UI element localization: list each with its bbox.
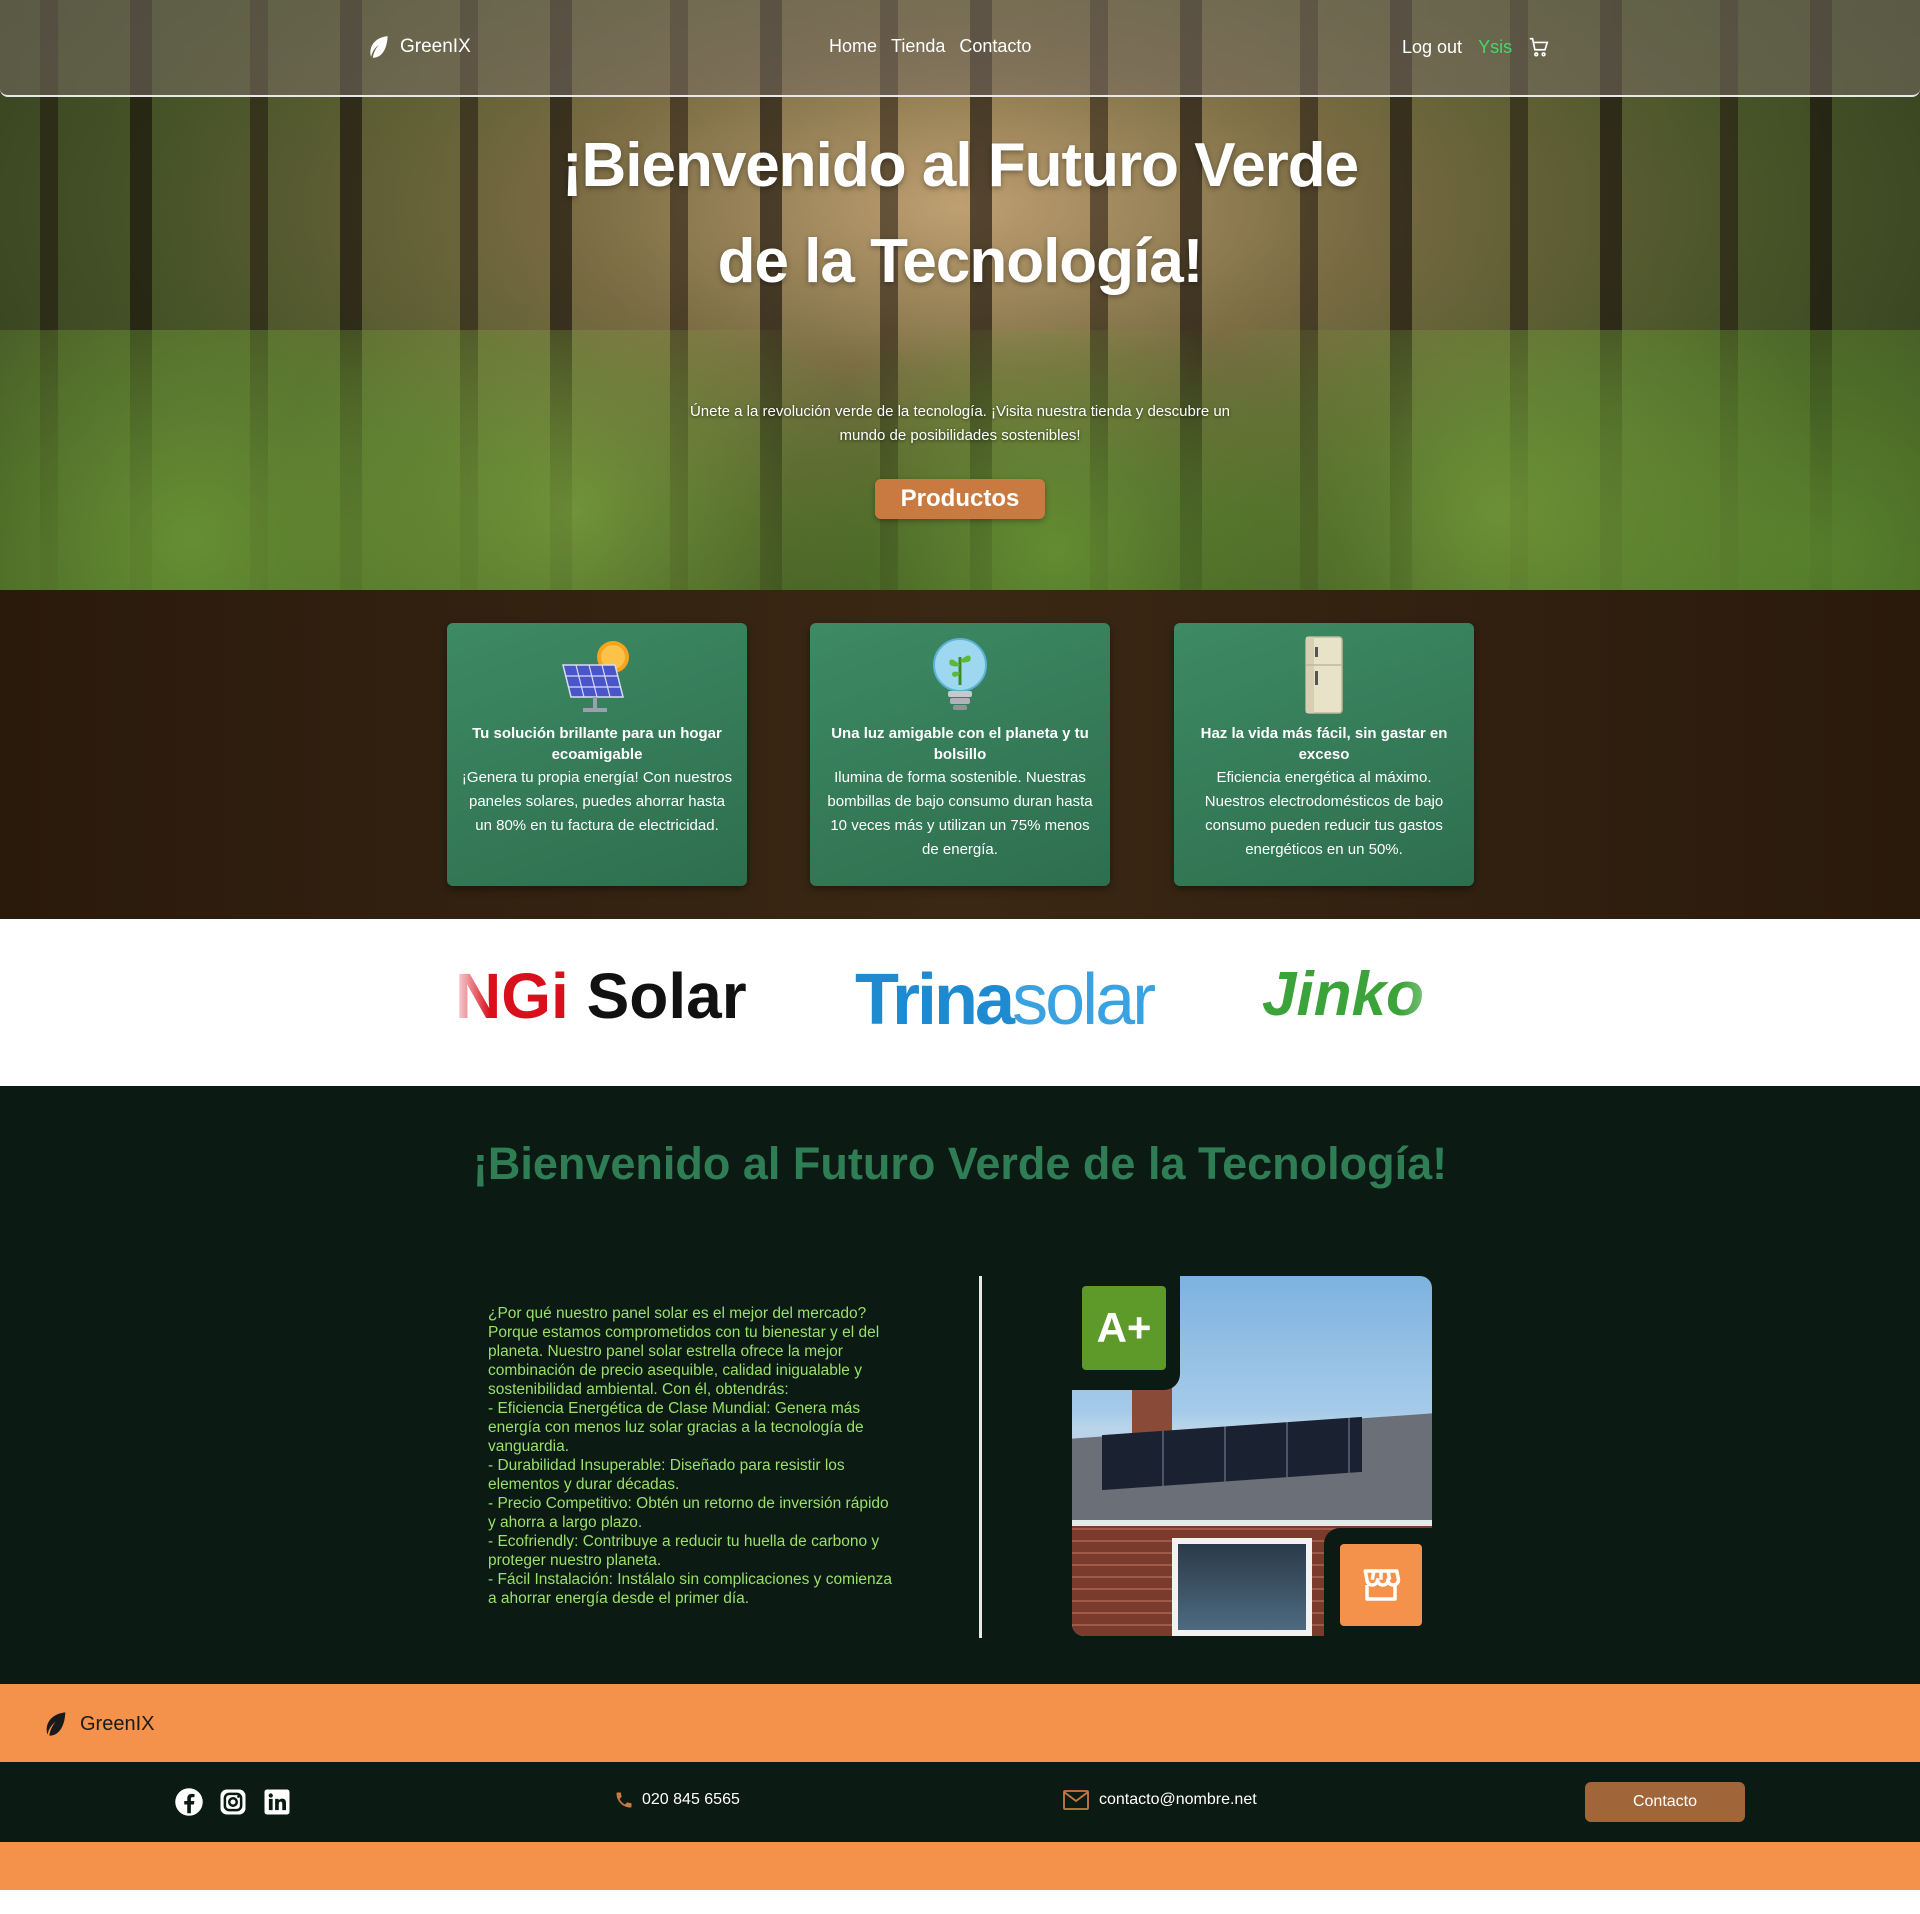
username-link[interactable]: Ysis [1478, 37, 1512, 58]
eco-bulb-icon [933, 638, 987, 710]
footer-brand-name: GreenIX [80, 1712, 155, 1735]
feature-card-solar: Tu solución brillante para un hogar ecoa… [447, 623, 747, 886]
feature-heading: Una luz amigable con el planeta y tu bol… [831, 725, 1089, 763]
longi-logo-suffix: Solar [568, 960, 747, 1032]
logout-link[interactable]: Log out [1402, 37, 1462, 58]
section-divider [979, 1276, 982, 1638]
productos-button[interactable]: Productos [875, 479, 1045, 519]
house-window [1172, 1538, 1312, 1636]
carousel-edge [1480, 919, 1920, 1086]
about-title: ¡Bienvenido al Futuro Verde de la Tecnol… [472, 1138, 1448, 1189]
mail-icon [1063, 1790, 1089, 1810]
trina-solar-logo: Trinasolar [855, 959, 1156, 1041]
feature-body: Eficiencia energética al máximo. Nuestro… [1204, 769, 1444, 858]
hero-section: GreenIX Home Tienda Contacto Log out Ysi… [0, 0, 1920, 590]
feature-card-bulb: Una luz amigable con el planeta y tu bol… [810, 623, 1110, 886]
brand-name: GreenIX [400, 36, 471, 57]
shop-badge[interactable] [1340, 1544, 1422, 1626]
energy-rating-badge: A+ [1082, 1286, 1166, 1370]
leaf-icon [370, 36, 388, 58]
feature-body: ¡Genera tu propia energía! Con nuestros … [461, 769, 733, 834]
nav-contacto[interactable]: Contacto [959, 36, 1031, 57]
brand-logo[interactable]: GreenIX [366, 34, 471, 60]
trina-logo-main: Trina [855, 960, 1015, 1040]
navbar: GreenIX Home Tienda Contacto Log out Ysi… [0, 0, 1920, 97]
feature-card-appliance: Haz la vida más fácil, sin gastar en exc… [1174, 623, 1474, 886]
footer-bottom-bar [0, 1842, 1920, 1890]
leaf-icon [46, 1712, 66, 1736]
trina-logo-suffix: solar [1012, 960, 1156, 1040]
forest-background [0, 330, 1920, 590]
chimney [1132, 1386, 1172, 1436]
footer-top-bar: GreenIX [0, 1684, 1920, 1762]
feature-heading: Haz la vida más fácil, sin gastar en exc… [1200, 725, 1448, 763]
solar-panel-icon [562, 641, 629, 712]
nav-user-area: Log out Ysis [1402, 36, 1550, 58]
longi-solar-logo: NGi Solar [455, 959, 747, 1033]
social-links [174, 1787, 292, 1817]
phone-contact[interactable]: 020 845 6565 [614, 1790, 740, 1810]
carousel-fade-right [1400, 919, 1480, 1086]
nav-links: Home Tienda Contacto [829, 36, 1031, 57]
fridge-icon [1305, 636, 1343, 714]
instagram-icon[interactable] [218, 1787, 248, 1817]
feature-heading: Tu solución brillante para un hogar ecoa… [472, 725, 722, 763]
store-icon [1363, 1569, 1401, 1601]
about-description: ¿Por qué nuestro panel solar es el mejor… [488, 1305, 893, 1607]
nav-tienda[interactable]: Tienda [891, 36, 945, 57]
email-address: contacto@nombre.net [1099, 1791, 1257, 1808]
nav-home[interactable]: Home [829, 36, 877, 57]
feature-body: Ilumina de forma sostenible. Nuestras bo… [827, 769, 1093, 858]
phone-number: 020 845 6565 [642, 1791, 740, 1808]
carousel-fade-left [450, 919, 490, 1086]
hero-title: ¡Bienvenido al Futuro Verde de la Tecnol… [561, 131, 1359, 296]
facebook-icon[interactable] [174, 1787, 204, 1817]
footer-brand[interactable]: GreenIX [42, 1710, 154, 1738]
linkedin-icon[interactable] [262, 1787, 292, 1817]
brands-carousel: NGi Solar Trinasolar Jinko [0, 919, 1920, 1086]
solar-roof-image: A+ [1068, 1272, 1436, 1640]
cart-icon[interactable] [1528, 36, 1550, 58]
contacto-button[interactable]: Contacto [1585, 1782, 1745, 1822]
footer-contact-bar: 020 845 6565 contacto@nombre.net Contact… [0, 1762, 1920, 1842]
phone-icon [616, 1792, 632, 1808]
about-section: ¡Bienvenido al Futuro Verde de la Tecnol… [0, 1086, 1920, 1684]
hero-subtitle: Únete a la revolución verde de la tecnol… [689, 403, 1231, 444]
email-contact[interactable]: contacto@nombre.net [1063, 1790, 1257, 1810]
features-section: Tu solución brillante para un hogar ecoa… [0, 590, 1920, 919]
